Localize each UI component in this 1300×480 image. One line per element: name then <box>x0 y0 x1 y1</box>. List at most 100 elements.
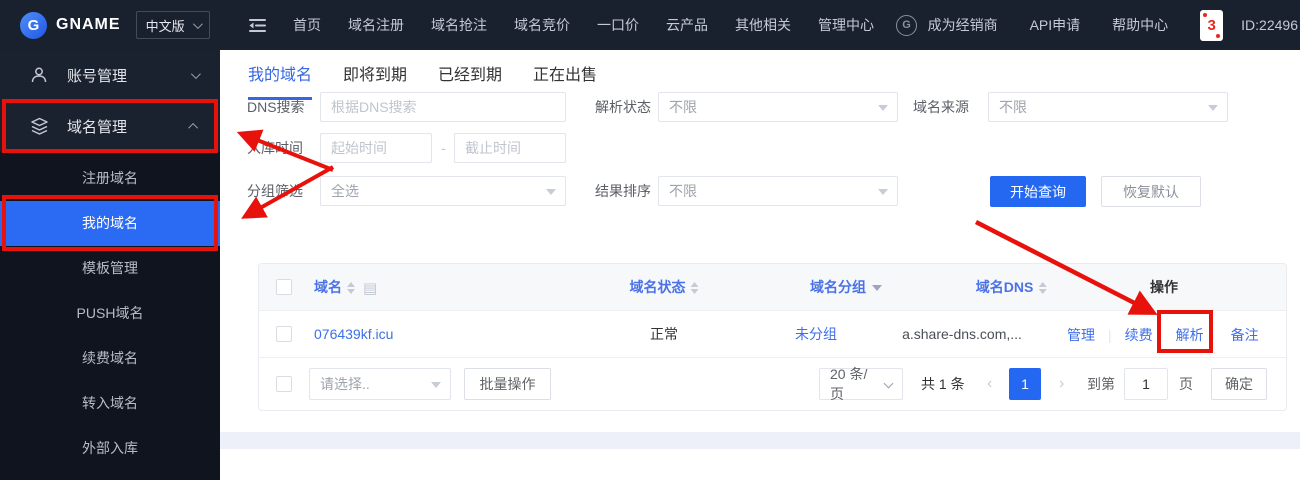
resolve-status-label: 解析状态 <box>595 99 651 115</box>
column-header-group[interactable]: 域名分组 <box>810 264 882 311</box>
domain-group-link[interactable]: 未分组 <box>795 311 837 358</box>
remark-action[interactable]: 备注 <box>1231 325 1259 345</box>
sidebar: 账号管理 域名管理 注册域名 我的域名 模板管理 PUSH域名 续费域名 转入域… <box>0 50 220 480</box>
sidebar-submenu: 注册域名 我的域名 模板管理 PUSH域名 续费域名 转入域名 外部入库 <box>0 152 220 471</box>
sidebar-group-label: 域名管理 <box>67 118 128 136</box>
end-time-input[interactable] <box>454 133 566 163</box>
brand: G GNAME 中文版 <box>0 11 220 39</box>
row-checkbox[interactable] <box>276 326 292 342</box>
topbar-right: 成为经销商 API申请 帮助中心 3 ID:22496 <box>928 9 1300 41</box>
nav-other[interactable]: 其他相关 <box>735 15 791 35</box>
sidebar-group-account[interactable]: 账号管理 <box>0 50 220 100</box>
dropdown-arrow-icon <box>878 189 888 195</box>
sidebar-item-renew-domains[interactable]: 续费域名 <box>0 336 220 381</box>
gname-circle-icon[interactable]: G <box>896 14 917 36</box>
topbar: G GNAME 中文版 首页 域名注册 域名抢注 域名竞价 一口价 云产品 其他… <box>0 0 1300 50</box>
table-header-row: 域名 ▤ 域名状态 域名分组 域名DNS 操作 <box>259 264 1286 311</box>
sidebar-item-register-domain[interactable]: 注册域名 <box>0 156 220 201</box>
select-all-checkbox[interactable] <box>276 279 292 295</box>
goto-unit-label: 页 <box>1179 376 1193 392</box>
domain-link[interactable]: 076439kf.icu <box>314 311 393 358</box>
help-center-link[interactable]: 帮助中心 <box>1112 15 1168 35</box>
row-actions: 管理 | 续费 解析 备注 <box>1067 311 1259 358</box>
sidebar-item-external-import[interactable]: 外部入库 <box>0 426 220 471</box>
result-sort-value: 不限 <box>669 183 697 199</box>
domain-dns-value: a.share-dns.com,... <box>902 326 1022 342</box>
reset-button[interactable]: 恢复默认 <box>1101 176 1201 207</box>
sidebar-item-transfer-in[interactable]: 转入域名 <box>0 381 220 426</box>
gname-logo-icon: G <box>20 11 47 39</box>
result-sort-select[interactable]: 不限 <box>658 176 898 206</box>
table-row: 076439kf.icu 正常 未分组 a.share-dns.com,... … <box>259 311 1286 358</box>
confirm-button[interactable]: 确定 <box>1211 368 1267 400</box>
group-filter-label: 分组筛选 <box>247 183 303 199</box>
sidebar-item-template-management[interactable]: 模板管理 <box>0 246 220 291</box>
goto-label: 到第 <box>1087 376 1115 392</box>
copy-list-icon[interactable]: ▤ <box>363 280 377 297</box>
dns-search-input[interactable] <box>320 92 566 122</box>
page-size-select[interactable]: 20 条/页 <box>819 366 903 402</box>
nav-domain-auction[interactable]: 域名竞价 <box>514 15 570 35</box>
renew-action[interactable]: 续费 <box>1125 325 1153 345</box>
notification-badge[interactable]: 3 <box>1200 9 1224 41</box>
dns-search-label: DNS搜索 <box>247 99 305 115</box>
topbar-nav: 首页 域名注册 域名抢注 域名竞价 一口价 云产品 其他相关 管理中心 <box>293 15 874 35</box>
become-reseller-link[interactable]: 成为经销商 <box>928 15 998 35</box>
batch-action-button[interactable]: 批量操作 <box>464 368 551 400</box>
start-time-input[interactable] <box>320 133 432 163</box>
user-icon <box>30 66 50 84</box>
nav-domain-backorder[interactable]: 域名抢注 <box>431 15 487 35</box>
import-time-label: 入库时间 <box>247 140 303 156</box>
domain-source-select[interactable]: 不限 <box>988 92 1228 122</box>
dropdown-arrow-icon <box>431 382 441 388</box>
sort-icon[interactable] <box>347 282 355 295</box>
goto-page-input[interactable] <box>1124 368 1168 400</box>
dropdown-arrow-icon <box>878 105 888 111</box>
nav-domain-register[interactable]: 域名注册 <box>348 15 404 35</box>
domain-source-value: 不限 <box>999 99 1027 115</box>
layers-icon <box>30 117 50 136</box>
footer-checkbox[interactable] <box>276 376 292 392</box>
dropdown-arrow-icon <box>1208 105 1218 111</box>
nav-cloud-products[interactable]: 云产品 <box>666 15 708 35</box>
column-header-status[interactable]: 域名状态 <box>630 264 699 311</box>
column-header-domain[interactable]: 域名 ▤ <box>314 264 377 311</box>
chevron-down-icon <box>190 68 201 79</box>
sidebar-item-my-domains[interactable]: 我的域名 <box>0 201 220 246</box>
nav-home[interactable]: 首页 <box>293 15 321 35</box>
resolve-status-select[interactable]: 不限 <box>658 92 898 122</box>
resolve-status-value: 不限 <box>669 99 697 115</box>
chevron-down-icon <box>883 378 894 389</box>
filter-arrow-icon <box>872 285 882 292</box>
domain-table: 域名 ▤ 域名状态 域名分组 域名DNS 操作 076439kf.icu 正常 未… <box>258 263 1287 411</box>
api-apply-link[interactable]: API申请 <box>1030 15 1081 35</box>
brand-name: GNAME <box>56 16 121 33</box>
nav-management-center[interactable]: 管理中心 <box>818 15 874 35</box>
action-separator: | <box>1108 326 1112 343</box>
language-selector[interactable]: 中文版 <box>135 11 210 39</box>
next-page-arrow[interactable]: › <box>1059 358 1064 411</box>
sidebar-group-domains[interactable]: 域名管理 <box>0 100 220 152</box>
search-button[interactable]: 开始查询 <box>990 176 1086 207</box>
domain-source-label: 域名来源 <box>913 99 969 115</box>
sidebar-item-push-domains[interactable]: PUSH域名 <box>0 291 220 336</box>
prev-page-arrow[interactable]: ‹ <box>987 358 992 411</box>
manage-action[interactable]: 管理 <box>1067 325 1095 345</box>
group-filter-select[interactable]: 全选 <box>320 176 566 206</box>
total-count: 共 1 条 <box>921 376 965 392</box>
page-background-band <box>220 432 1300 449</box>
batch-select-placeholder: 请选择.. <box>320 376 370 392</box>
main-content: 我的域名 即将到期 已经到期 正在出售 DNS搜索 解析状态 不限 域名来源 不… <box>220 50 1300 480</box>
resolve-action[interactable]: 解析 <box>1176 325 1204 345</box>
sort-icon[interactable] <box>1038 282 1047 295</box>
batch-action-select[interactable]: 请选择.. <box>309 368 451 400</box>
page-number-button[interactable]: 1 <box>1009 368 1041 400</box>
language-label: 中文版 <box>145 18 185 34</box>
sort-icon[interactable] <box>690 282 699 295</box>
domain-status: 正常 <box>650 326 678 342</box>
dropdown-arrow-icon <box>546 189 556 195</box>
chevron-down-icon <box>192 18 203 29</box>
nav-buy-now[interactable]: 一口价 <box>597 15 639 35</box>
column-header-dns[interactable]: 域名DNS <box>976 264 1047 311</box>
sidebar-collapse-icon[interactable] <box>248 18 267 33</box>
